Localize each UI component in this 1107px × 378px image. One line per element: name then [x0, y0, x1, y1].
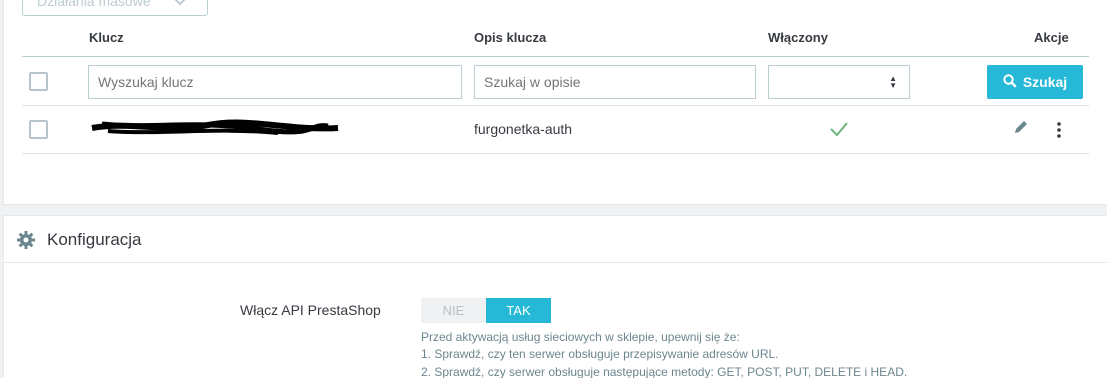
select-arrows-icon: ▲ ▼: [889, 74, 897, 90]
table-header-divider: [22, 56, 1089, 57]
configuration-header: Konfiguracja: [4, 216, 1107, 263]
chevron-down-icon: [173, 0, 187, 14]
help-text-step-2: 2. Sprawdź, czy serwer obsługuje następu…: [421, 365, 908, 378]
key-filter-input[interactable]: [88, 65, 462, 99]
table-row-divider: [22, 153, 1089, 154]
configuration-title: Konfiguracja: [47, 230, 142, 249]
help-text-intro: Przed aktywacją usług sieciowych w sklep…: [421, 330, 740, 344]
pencil-icon[interactable]: [1013, 119, 1029, 140]
filter-row-divider: [22, 105, 1089, 106]
redacted-key-scribble: [88, 117, 342, 139]
api-enable-label: Włącz API PrestaShop: [240, 302, 381, 318]
api-enable-toggle[interactable]: NIE TAK: [421, 298, 551, 323]
column-header-enabled[interactable]: Włączony: [768, 30, 828, 45]
column-header-description[interactable]: Opis klucza: [474, 30, 546, 45]
search-icon: [1003, 73, 1017, 91]
bulk-actions-label: Działania masowe: [37, 0, 151, 9]
toggle-option-off[interactable]: NIE: [421, 298, 486, 323]
row-description: furgonetka-auth: [474, 121, 573, 137]
toggle-option-on[interactable]: TAK: [486, 298, 551, 323]
description-filter-input[interactable]: [474, 65, 756, 99]
row-checkbox[interactable]: [29, 120, 48, 139]
dots-vertical-icon[interactable]: [1055, 121, 1063, 144]
check-icon: [829, 121, 849, 142]
select-all-checkbox[interactable]: [29, 72, 48, 91]
column-header-actions: Akcje: [1034, 30, 1069, 45]
column-header-key[interactable]: Klucz: [89, 30, 124, 45]
enabled-filter-select[interactable]: ▲ ▼: [768, 65, 910, 99]
gear-icon: [16, 230, 36, 255]
search-button[interactable]: Szukaj: [987, 65, 1083, 99]
bulk-actions-button[interactable]: Działania masowe: [22, 0, 208, 16]
help-text-step-1: 1. Sprawdź, czy ten serwer obsługuje prz…: [421, 347, 779, 361]
webservice-list-panel: [3, 0, 1107, 205]
search-button-label: Szukaj: [1022, 74, 1068, 90]
